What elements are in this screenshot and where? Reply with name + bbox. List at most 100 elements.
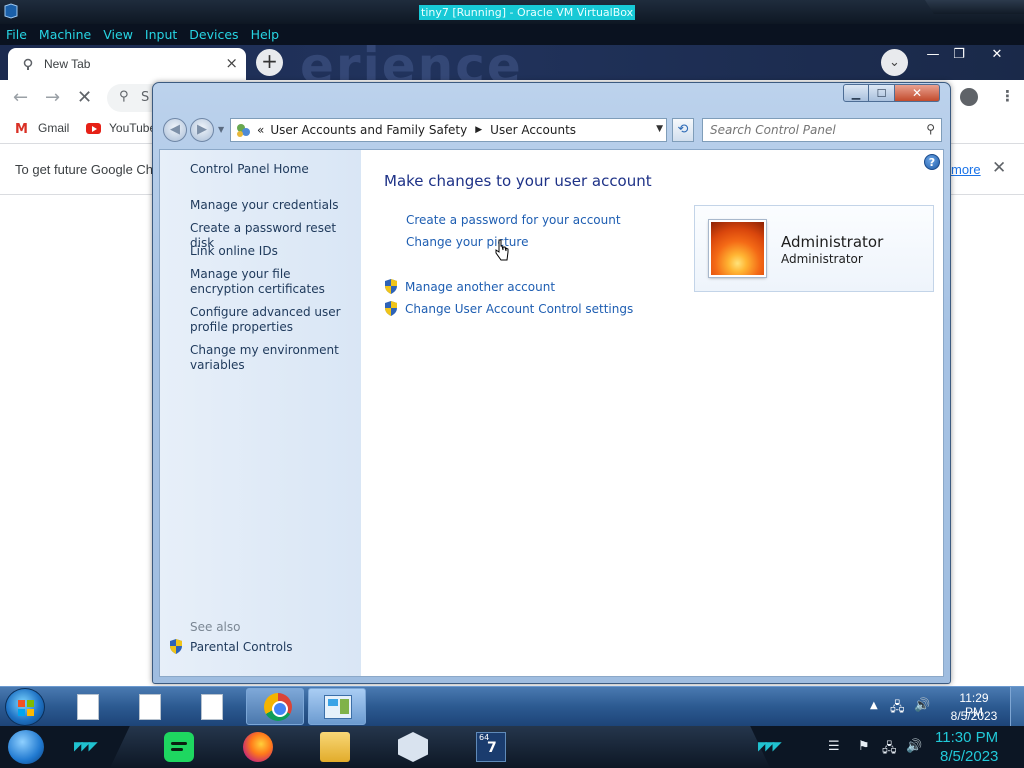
show-desktop-button[interactable] <box>1010 687 1024 727</box>
bookmark-youtube[interactable]: YouTube <box>109 121 156 135</box>
uac-settings-link[interactable]: Change User Account Control settings <box>384 301 633 316</box>
sidebar-item-advanced-profile[interactable]: Configure advanced user profile properti… <box>190 305 350 335</box>
search-icon[interactable]: ⚲ <box>926 122 935 136</box>
chrome-new-tab-button[interactable]: + <box>256 49 283 76</box>
create-password-link[interactable]: Create a password for your account <box>406 213 621 227</box>
tiny7-vm-icon[interactable]: 64 7 <box>476 732 506 762</box>
control-panel-content: Control Panel Home Manage your credentia… <box>159 149 944 677</box>
guest-taskbar: ▲ 🖧 🔊 11:29 PM 8/5/2023 <box>0 686 1024 727</box>
taskbar-document-icon[interactable] <box>201 694 223 720</box>
start-button[interactable] <box>5 688 45 726</box>
chrome-forward-icon[interactable]: → <box>45 87 60 108</box>
menu-file[interactable]: File <box>6 27 27 42</box>
show-hidden-icons-icon[interactable]: ▲ <box>870 700 878 711</box>
manage-another-account-label: Manage another account <box>405 279 556 294</box>
chrome-tab[interactable]: New Tab × <box>8 48 246 80</box>
search-box[interactable]: ⚲ <box>702 118 942 142</box>
menu-machine[interactable]: Machine <box>39 27 91 42</box>
chrome-tab-favicon-icon <box>23 58 33 70</box>
tray-menu-icon[interactable]: ☰ <box>828 739 840 754</box>
sidebar-item-control-panel-home[interactable]: Control Panel Home <box>190 162 350 177</box>
tray-network-icon[interactable]: 🖧 <box>882 739 897 761</box>
recent-pages-chevron-icon[interactable]: ▼ <box>218 125 224 134</box>
network-icon[interactable]: 🖧 <box>890 698 905 720</box>
guest-screen: erience New Tab × + ⌄ — ❐ ✕ ← → ✕ ⚲ S ⋮ … <box>0 45 1024 686</box>
user-avatar <box>709 220 766 277</box>
uac-shield-icon <box>170 639 182 654</box>
address-dropdown-icon[interactable]: ▼ <box>656 124 663 134</box>
taskbar-document-icon[interactable] <box>139 694 161 720</box>
chrome-minimize-icon[interactable]: — <box>919 47 947 63</box>
chrome-tab-title: New Tab <box>44 57 91 71</box>
user-account-tile: Administrator Administrator <box>694 205 934 292</box>
guest-clock-date[interactable]: 8/5/2023 <box>950 709 998 723</box>
host-clock-time[interactable]: 11:30 PM <box>935 729 998 746</box>
breadcrumb-chevron-icon[interactable]: ▶ <box>475 125 482 135</box>
refresh-button[interactable]: ⟲ <box>672 118 694 142</box>
menu-help[interactable]: Help <box>251 27 280 42</box>
sidebar-item-environment-variables[interactable]: Change my environment variables <box>190 343 350 373</box>
page-title: Make changes to your user account <box>384 172 652 190</box>
breadcrumb-user-accounts[interactable]: User Accounts <box>490 123 576 137</box>
sidebar-item-file-encryption[interactable]: Manage your file encryption certificates <box>190 267 350 297</box>
taskbar-decoration <box>110 726 770 768</box>
mouse-cursor-icon <box>495 239 509 261</box>
control-panel-icon <box>324 695 352 719</box>
search-input[interactable] <box>703 119 913 141</box>
spotify-icon[interactable] <box>164 732 194 762</box>
chrome-close-icon[interactable]: ✕ <box>983 47 1011 63</box>
infobar-learn-more-link[interactable]: more <box>951 162 981 177</box>
volume-icon[interactable]: 🔊 <box>914 698 930 713</box>
firefox-icon[interactable] <box>243 732 273 762</box>
host-clock-date[interactable]: 8/5/2023 <box>940 748 998 765</box>
sidebar-item-parental-controls[interactable]: Parental Controls <box>169 639 293 654</box>
breadcrumb-overflow-icon[interactable]: « <box>257 123 264 137</box>
control-panel-window: ▁ ☐ ✕ ◀ ▶ ▼ « User Accounts and Family S… <box>152 82 951 684</box>
youtube-icon <box>86 123 101 134</box>
minimize-button[interactable]: ▁ <box>843 84 869 102</box>
chrome-tab-search-chevron-icon[interactable]: ⌄ <box>881 49 908 76</box>
file-explorer-icon[interactable] <box>320 732 350 762</box>
infobar-close-icon[interactable]: ✕ <box>992 158 1006 178</box>
address-bar[interactable]: « User Accounts and Family Safety ▶ User… <box>230 118 667 142</box>
tray-volume-icon[interactable]: 🔊 <box>906 739 922 754</box>
virtualbox-titlebar: tiny7 [Running] - Oracle VM VirtualBox <box>0 0 1024 24</box>
taskbar-chrome-button[interactable] <box>246 688 304 725</box>
chrome-restore-icon[interactable]: ❐ <box>945 47 973 63</box>
taskbar-document-icon[interactable] <box>77 694 99 720</box>
chrome-stop-icon[interactable]: ✕ <box>77 87 92 108</box>
chrome-menu-icon[interactable]: ⋮ <box>1000 87 1015 105</box>
decor-chevrons-icon: ◤◤◤ <box>758 739 782 753</box>
vm-number-text: 7 <box>487 740 497 756</box>
menu-view[interactable]: View <box>103 27 133 42</box>
sidebar-item-manage-credentials[interactable]: Manage your credentials <box>190 198 350 213</box>
help-icon[interactable]: ? <box>924 154 940 170</box>
chrome-tab-close-icon[interactable]: × <box>225 54 238 72</box>
chrome-back-icon[interactable]: ← <box>13 87 28 108</box>
bookmark-gmail[interactable]: Gmail <box>38 121 69 135</box>
chrome-profile-icon[interactable] <box>960 88 978 106</box>
chrome-icon <box>264 693 292 721</box>
manage-another-account-link[interactable]: Manage another account <box>384 279 555 294</box>
change-picture-link[interactable]: Change your picture <box>406 235 528 249</box>
control-panel-icon <box>237 124 250 137</box>
decor-chevrons-icon: ◤◤◤ <box>74 739 98 753</box>
infobar-text: To get future Google Ch <box>15 162 154 177</box>
menu-devices[interactable]: Devices <box>189 27 238 42</box>
sidebar-item-link-online-ids[interactable]: Link online IDs <box>190 244 350 259</box>
uac-shield-icon <box>385 279 397 294</box>
titlebar-decoration <box>925 0 1024 14</box>
virtualbox-icon <box>4 3 18 19</box>
user-role: Administrator <box>781 252 863 266</box>
uac-settings-label: Change User Account Control settings <box>405 301 634 316</box>
maximize-button[interactable]: ☐ <box>869 84 895 102</box>
host-start-button[interactable] <box>8 730 44 764</box>
tray-flag-icon[interactable]: ⚑ <box>858 739 870 754</box>
windows-logo-icon <box>18 700 34 716</box>
menu-input[interactable]: Input <box>145 27 177 42</box>
back-button[interactable]: ◀ <box>163 118 187 142</box>
close-button[interactable]: ✕ <box>895 84 940 102</box>
breadcrumb-user-accounts-family-safety[interactable]: User Accounts and Family Safety <box>270 123 467 137</box>
forward-button[interactable]: ▶ <box>190 118 214 142</box>
taskbar-control-panel-button[interactable] <box>308 688 366 725</box>
